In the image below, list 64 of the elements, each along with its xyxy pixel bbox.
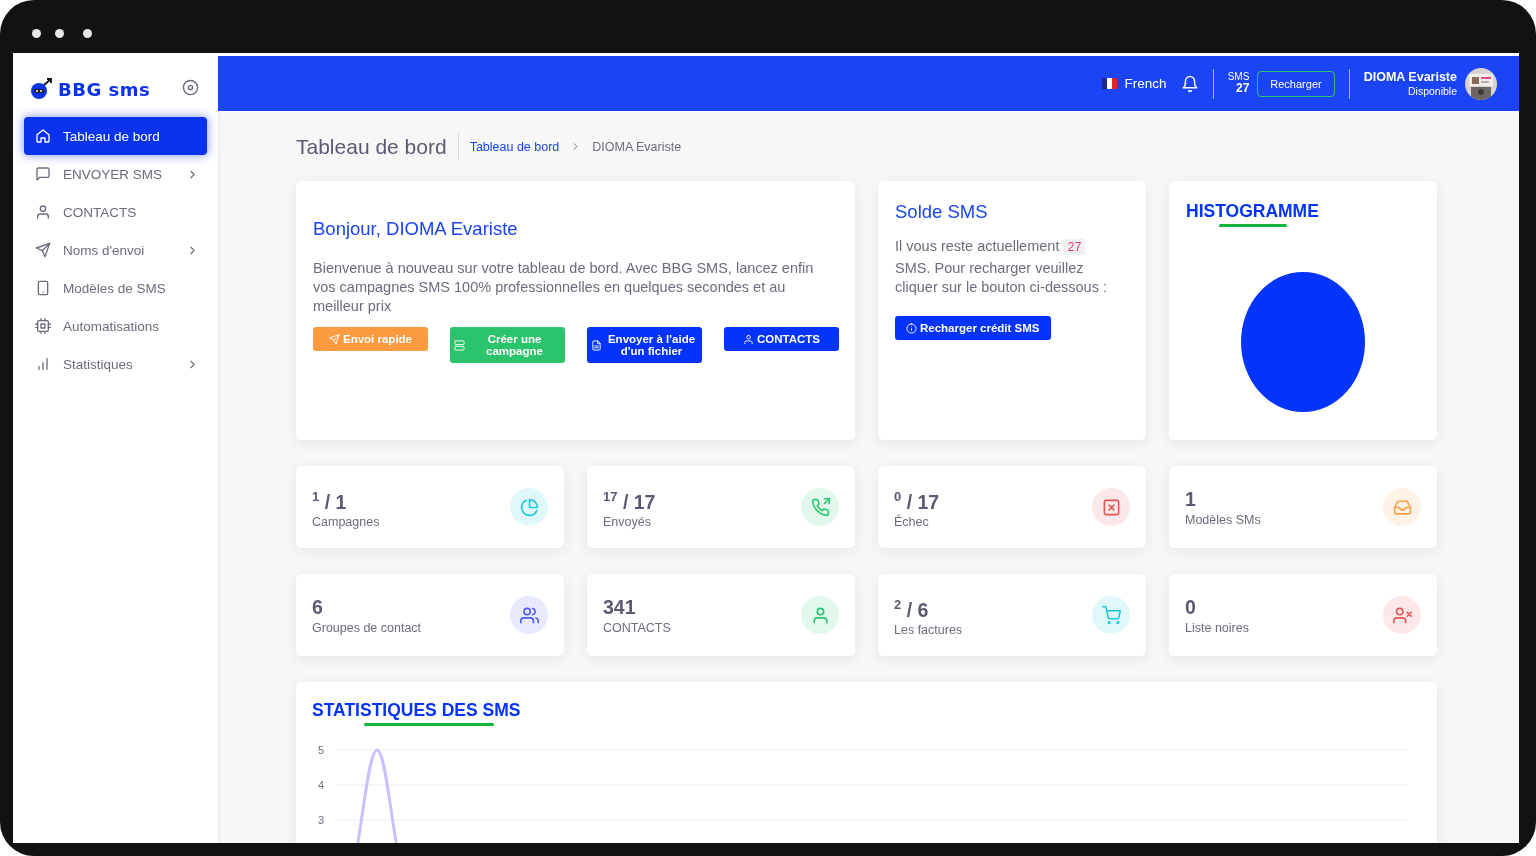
stat-label: Liste noires [1185,621,1249,635]
stat-value: $^{1}$ / 1 [312,487,348,514]
sidebar-item[interactable]: ENVOYER SMS [24,155,207,193]
axis-tick-label: 4 [317,779,324,791]
message-icon [35,166,51,182]
logo-icon [30,78,54,100]
target-icon [182,78,199,96]
bell-icon [1180,74,1199,93]
sms-label: SMS [1227,70,1250,83]
welcome-text: Bienvenue à nouveau sur votre tableau de bord. Avec BBG SMS, lancez enfin vos campagnes SMS 100% professionnelles en quelques secondes et au meilleur prix [313,259,815,316]
stat-label: Les factures [894,623,963,638]
stat-value: $^{0}$ / 17 [894,487,940,514]
stat-label: CONTACTS [603,621,671,635]
flag-icon [1101,78,1117,89]
sidebar-item[interactable]: Automatisations [24,307,207,345]
send-icon [35,242,51,258]
stat-label: Campagnes [312,515,380,530]
user-icon [743,333,754,345]
axis-tick-label: 3 [317,814,324,826]
action-button[interactable]: CONTACTS [724,327,839,351]
user-icon [35,204,51,220]
stat-value: 6 [312,595,324,619]
stat-value: 1 [1185,487,1197,511]
recharge-credit-button[interactable]: Recharger crédit SMS [895,316,1051,340]
sms-count-badge: 27 [1063,239,1086,255]
balance-text: SMS. Pour recharger veuillez cliquer sur le bouton ci-dessous : [895,259,1108,297]
histogram-title: HISTOGRAMME [1186,201,1319,223]
stat-label: Échec [894,515,930,530]
language-selector[interactable]: French [1124,76,1167,91]
sidebar-item[interactable]: Tableau de bord [24,117,207,155]
recharge-button[interactable]: Recharger [1257,70,1335,97]
user-status: Disponible [1407,84,1457,99]
logo-text[interactable]: BBG sms [58,78,151,100]
bar-chart-icon [35,356,51,372]
breadcrumb-item: DIOMA Evariste [592,140,682,154]
sms-count: 27 [1235,82,1250,97]
page-title: Tableau de bord [296,133,459,161]
balance-text: Il vous reste actuellement [895,238,1060,254]
window-dots [32,29,92,38]
stat-label: Envoyés [603,515,652,530]
sidebar-item[interactable]: CONTACTS [24,193,207,231]
breadcrumb-item[interactable]: Tableau de bord [469,140,560,154]
stat-value: 341 [603,595,637,619]
phone-icon [35,280,51,296]
balance-title: Solde SMS [895,201,989,223]
stat-label: Groupes de contact [312,621,422,635]
home-icon [35,128,51,144]
action-button[interactable]: Envoyer à l'aide d'un fichier [587,327,702,363]
statistics-title: STATISTIQUES DES SMS [312,700,521,722]
sidebar-item[interactable]: Modèles de SMS [24,269,207,307]
axis-tick-label: 5 [317,744,324,756]
server-icon [454,339,465,351]
send-icon [329,333,340,345]
stat-value: $^{17}$ / 17 [603,487,656,514]
stat-label: Modèles SMs [1185,513,1261,527]
sidebar-item[interactable]: Statistiques [24,345,207,383]
welcome-title: Bonjour, DIOMA Evariste [313,218,519,240]
file-icon [591,339,602,351]
stat-value: $^{2}$ / 6 [894,595,930,622]
user-name: DIOMA Evariste [1363,68,1457,85]
sidebar-item[interactable]: Noms d'envoi [24,231,207,269]
info-icon [906,322,917,334]
chip-icon [35,318,51,334]
stat-value: 0 [1185,595,1197,619]
